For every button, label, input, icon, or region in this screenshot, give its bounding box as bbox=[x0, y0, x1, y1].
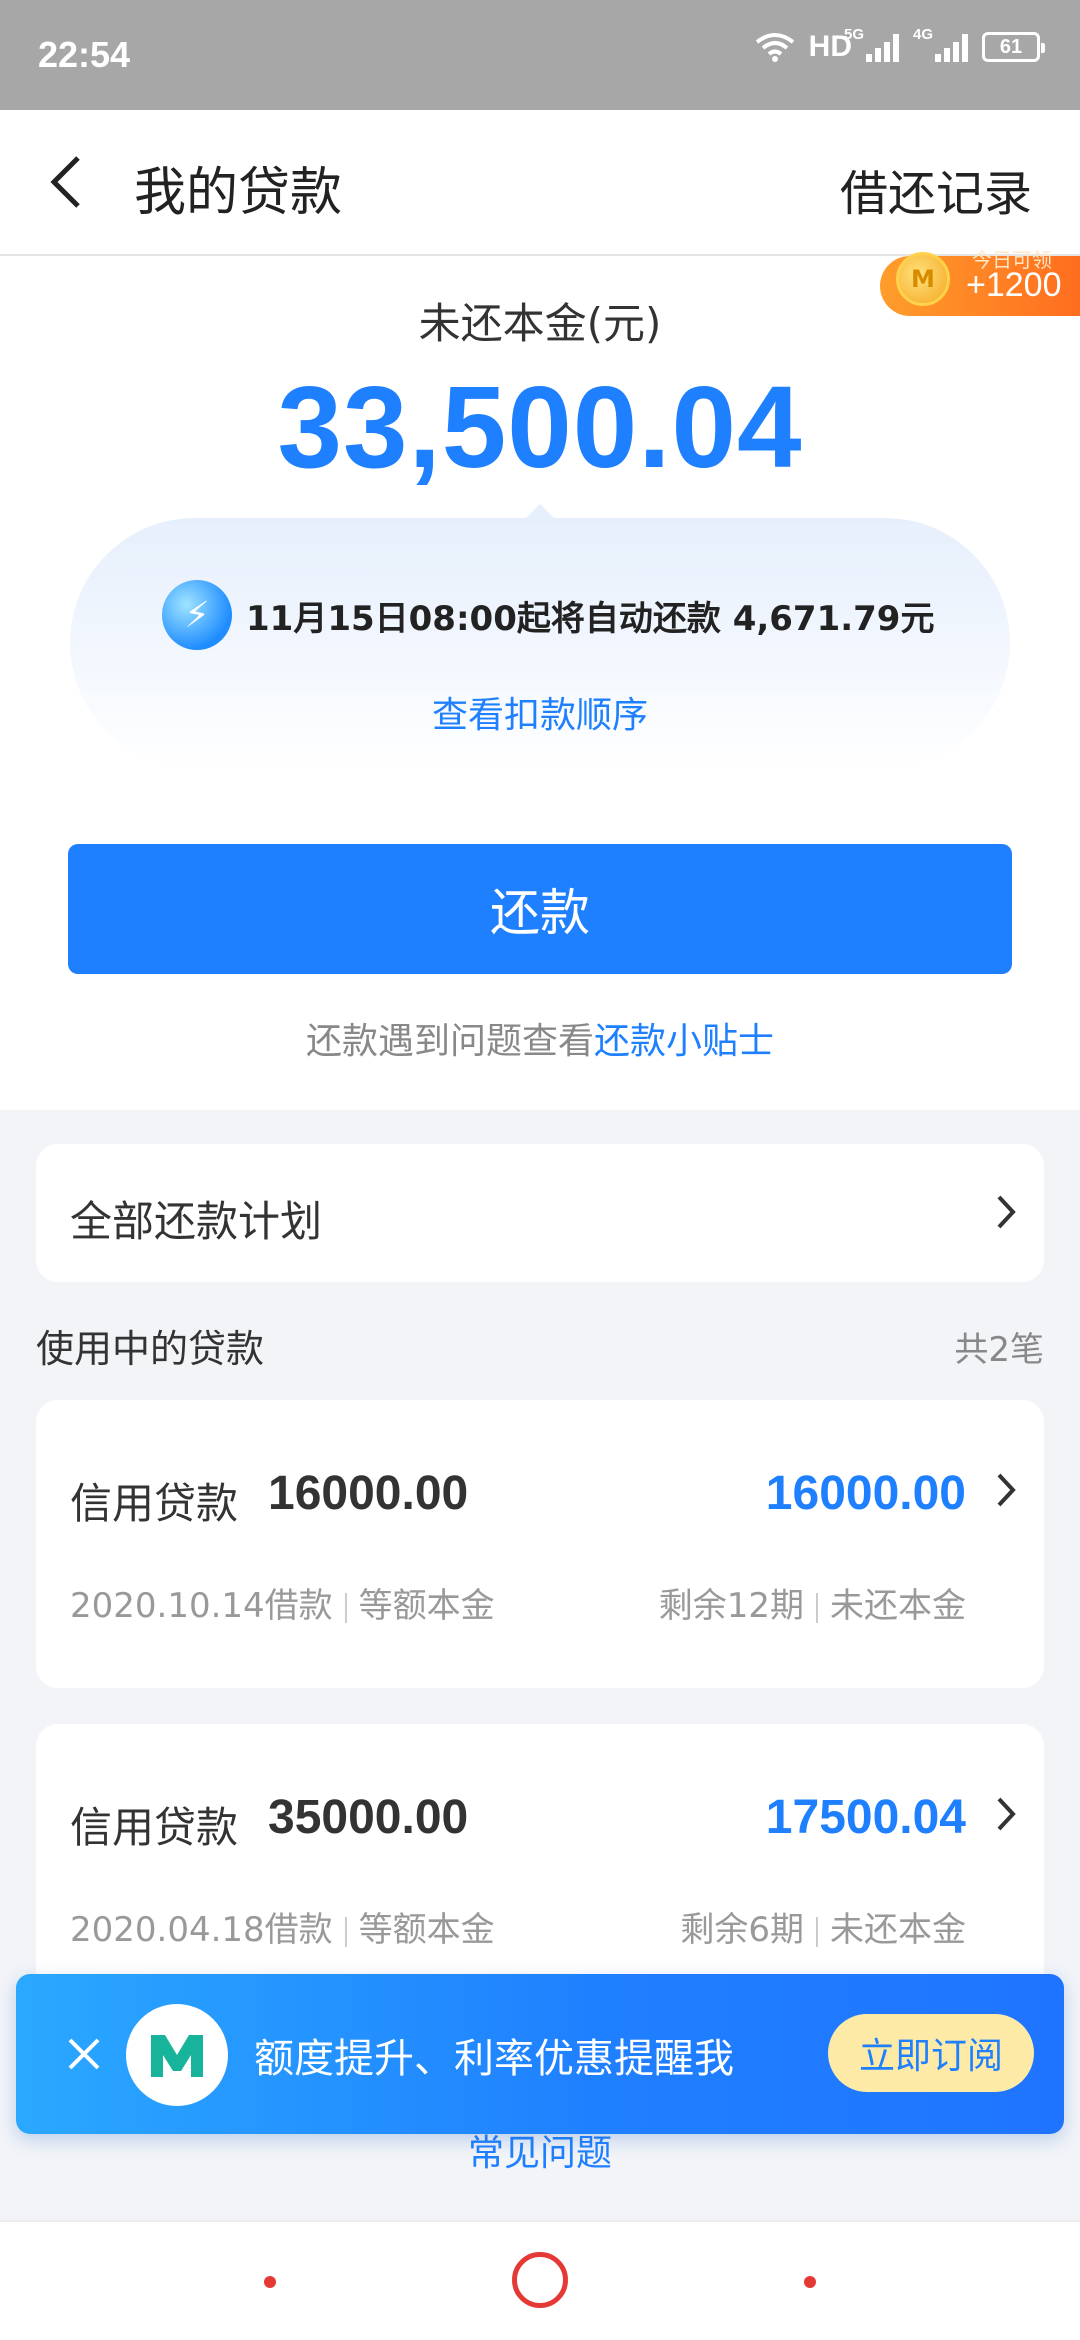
loan-card[interactable]: 信用贷款 35000.00 17500.04 2020.04.18借款 等额本金 … bbox=[36, 1724, 1044, 2012]
principal-amount: 33,500.04 bbox=[277, 362, 803, 492]
loan-meta: 2020.10.14借款 等额本金 bbox=[70, 1578, 495, 1627]
subscribe-button[interactable]: 立即订阅 bbox=[828, 2014, 1034, 2092]
back-button[interactable] bbox=[36, 150, 96, 214]
repay-button[interactable]: 还款 bbox=[68, 844, 1012, 974]
plan-label: 全部还款计划 bbox=[70, 1197, 323, 1246]
system-nav-bar bbox=[0, 2220, 1080, 2340]
loan-name: 信用贷款 bbox=[70, 1479, 239, 1528]
deduction-order-link[interactable]: 查看扣款顺序 bbox=[70, 686, 1010, 738]
status-bar: 22:54 HD 5G 4G 61 bbox=[0, 0, 1080, 110]
loan-method: 等额本金 bbox=[358, 1910, 495, 1950]
loan-remaining-label: 未还本金 bbox=[830, 1910, 966, 1950]
banner-text: 额度提升、利率优惠提醒我 bbox=[254, 2036, 734, 2082]
all-repayment-plan-row[interactable]: 全部还款计划 bbox=[36, 1144, 1044, 1282]
principal-label: 未还本金(元) bbox=[418, 299, 662, 348]
tips-prefix: 还款遇到问题查看 bbox=[305, 1021, 594, 1062]
logo-m-icon bbox=[151, 2035, 203, 2077]
repay-tips: 还款遇到问题查看还款小贴士 bbox=[0, 1012, 1080, 1064]
wifi-icon bbox=[755, 33, 794, 62]
page-title: 我的贷款 bbox=[134, 163, 343, 223]
loan-borrow-date: 2020.04.18借款 bbox=[70, 1910, 333, 1950]
loan-name: 信用贷款 bbox=[70, 1803, 239, 1852]
status-time: 22:54 bbox=[38, 34, 131, 75]
loan-method: 等额本金 bbox=[358, 1586, 495, 1626]
loan-periods-left: 剩余12期 bbox=[658, 1586, 804, 1626]
close-banner-button[interactable] bbox=[56, 2026, 112, 2082]
chevron-left-icon bbox=[50, 156, 80, 208]
loan-amount: 16000.00 bbox=[268, 1467, 469, 1520]
loans-count: 共2笔 bbox=[954, 1330, 1044, 1370]
loan-amount: 35000.00 bbox=[268, 1791, 469, 1844]
battery-icon: 61 bbox=[982, 32, 1045, 62]
subscribe-banner: 额度提升、利率优惠提醒我 立即订阅 bbox=[16, 1974, 1064, 2134]
loans-section-title: 使用中的贷款 bbox=[36, 1327, 265, 1371]
borrow-repay-record-link[interactable]: 借还记录 bbox=[840, 154, 1032, 224]
loan-meta: 2020.04.18借款 等额本金 bbox=[70, 1902, 495, 1951]
nav-back-dot[interactable] bbox=[804, 2276, 816, 2288]
loan-status: 剩余12期 未还本金 bbox=[659, 1578, 966, 1627]
loan-status: 剩余6期 未还本金 bbox=[680, 1902, 966, 1951]
status-icons: HD 5G 4G 61 bbox=[755, 26, 1045, 64]
loan-remaining-principal: 16000.00 bbox=[765, 1467, 966, 1520]
loan-borrow-date: 2020.10.14借款 bbox=[70, 1586, 333, 1626]
loan-summary: M 今日可领 +1200 未还本金(元) 33,500.04 ⚡ 11月15日0… bbox=[0, 248, 1080, 1110]
app-logo bbox=[126, 2004, 228, 2106]
repay-tips-link[interactable]: 还款小贴士 bbox=[594, 1021, 774, 1062]
signal-4g-icon: 4G bbox=[913, 26, 968, 62]
loan-remaining-principal: 17500.04 bbox=[765, 1791, 966, 1844]
chevron-right-icon bbox=[986, 1192, 1026, 1232]
chevron-right-icon bbox=[986, 1470, 1026, 1510]
auto-repay-icon: ⚡ bbox=[162, 580, 232, 650]
loan-periods-left: 剩余6期 bbox=[680, 1910, 804, 1950]
nav-home-button[interactable] bbox=[512, 2252, 568, 2308]
loan-remaining-label: 未还本金 bbox=[830, 1586, 966, 1626]
nav-menu-dot[interactable] bbox=[264, 2276, 276, 2288]
auto-repay-text: 11月15日08:00起将自动还款 4,671.79元 bbox=[246, 598, 935, 639]
chevron-right-icon bbox=[986, 1794, 1026, 1834]
loan-card[interactable]: 信用贷款 16000.00 16000.00 2020.10.14借款 等额本金 … bbox=[36, 1400, 1044, 1688]
app-header: 我的贷款 借还记录 bbox=[0, 110, 1080, 256]
auto-repay-notice: ⚡ 11月15日08:00起将自动还款 4,671.79元 查看扣款顺序 bbox=[70, 504, 1010, 768]
signal-5g-icon: 5G bbox=[844, 26, 899, 62]
close-icon bbox=[68, 2038, 100, 2070]
